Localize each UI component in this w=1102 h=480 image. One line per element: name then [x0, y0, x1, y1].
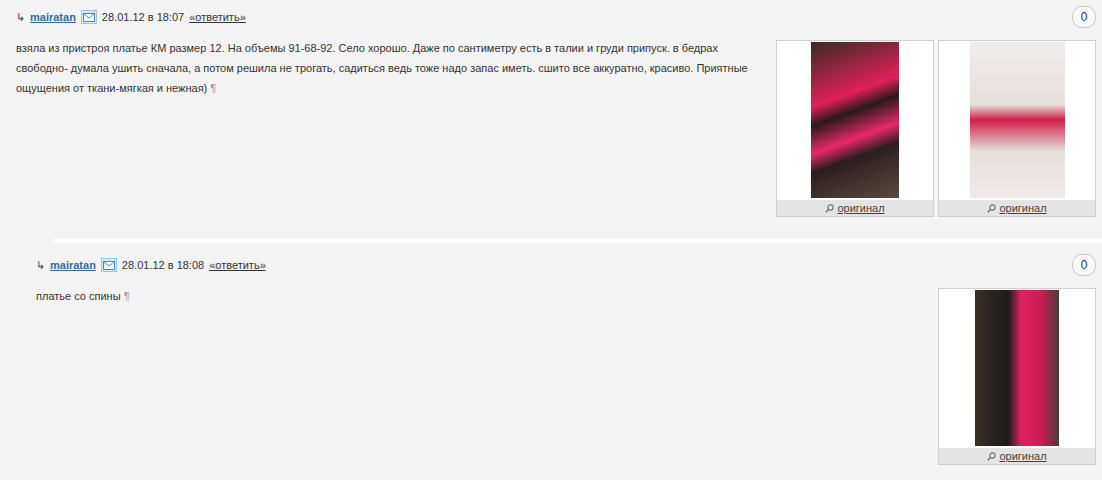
photo-caption: оригинал: [777, 200, 933, 216]
comment-text: взяла из пристроя платье КМ размер 12. Н…: [16, 38, 764, 217]
pilcrow-icon: ¶: [124, 290, 130, 302]
photo-list: оригинал: [938, 288, 1096, 465]
magnifier-icon: [987, 452, 996, 461]
photo-thumb[interactable]: оригинал: [938, 288, 1096, 465]
comment: ↳ mairatan 28.01.12 в 18:08 «ответить» 0 плат…: [36, 239, 1102, 465]
magnifier-icon: [825, 204, 834, 213]
original-link[interactable]: оригинал: [999, 450, 1046, 462]
photo-list: оригинал оригинал: [776, 40, 1096, 217]
photo-thumb[interactable]: оригинал: [776, 40, 934, 217]
comment-text: платье со спины ¶: [36, 286, 926, 465]
mail-icon[interactable]: [101, 258, 117, 272]
original-link[interactable]: оригинал: [837, 202, 884, 214]
comment-date: 28.01.12 в 18:07: [102, 11, 184, 23]
author-link[interactable]: mairatan: [30, 11, 76, 23]
mail-icon[interactable]: [81, 10, 97, 24]
arrow-icon[interactable]: ↳: [16, 11, 25, 24]
photo-frame: [939, 289, 1095, 446]
vote-counter[interactable]: 0: [1072, 6, 1096, 28]
reply-link[interactable]: «ответить»: [189, 11, 246, 23]
photo-frame: [939, 41, 1095, 198]
photo[interactable]: [811, 42, 899, 198]
photo-caption: оригинал: [939, 200, 1095, 216]
comment-header: ↳ mairatan 28.01.12 в 18:07 «ответить» 0: [16, 6, 1096, 28]
magnifier-icon: [987, 204, 996, 213]
reply-link[interactable]: «ответить»: [209, 259, 266, 271]
photo[interactable]: [975, 290, 1059, 446]
author-link[interactable]: mairatan: [50, 259, 96, 271]
photo-frame: [777, 41, 933, 198]
comment-body: платье со спины ¶ оригинал: [36, 288, 1096, 465]
comment-header: ↳ mairatan 28.01.12 в 18:08 «ответить» 0: [36, 254, 1096, 276]
separator: [52, 239, 1102, 242]
photo-caption: оригинал: [939, 448, 1095, 464]
vote-counter[interactable]: 0: [1072, 254, 1096, 276]
arrow-icon[interactable]: ↳: [36, 259, 45, 272]
comments-page: ↳ mairatan 28.01.12 в 18:07 «ответить» 0 взял…: [0, 0, 1102, 480]
pilcrow-icon: ¶: [210, 82, 216, 94]
comment: ↳ mairatan 28.01.12 в 18:07 «ответить» 0 взял…: [0, 6, 1102, 217]
photo-thumb[interactable]: оригинал: [938, 40, 1096, 217]
comment-body: взяла из пристроя платье КМ размер 12. Н…: [16, 40, 1096, 217]
photo[interactable]: [970, 42, 1065, 198]
comment-date: 28.01.12 в 18:08: [122, 259, 204, 271]
original-link[interactable]: оригинал: [999, 202, 1046, 214]
